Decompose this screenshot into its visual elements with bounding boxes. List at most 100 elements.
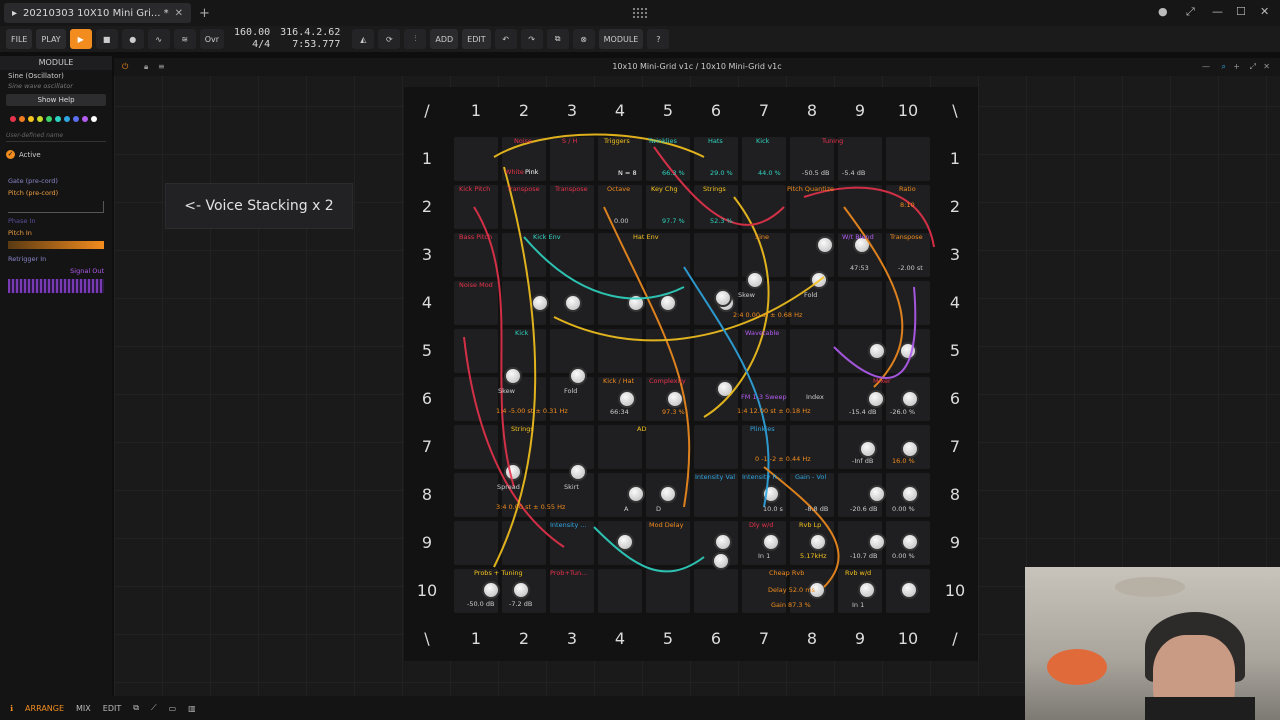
show-help-button[interactable]: Show Help [6, 94, 106, 106]
automation-lane-icon[interactable]: ⟋ [151, 703, 157, 713]
module-label: Plinkies [750, 425, 775, 433]
dashboard-icon[interactable] [632, 7, 648, 19]
module-label: Prob+Tun... [550, 569, 588, 577]
mix-tab[interactable]: MIX [76, 704, 91, 713]
color-swatch[interactable] [37, 116, 43, 122]
overdub-button[interactable]: Ovr [199, 29, 225, 49]
info-icon[interactable]: ℹ [10, 704, 13, 713]
power-icon[interactable]: ⏻ [122, 58, 128, 76]
module-label: 66:34 [610, 408, 629, 416]
module-label: 66.3 % [662, 169, 685, 177]
shirt-shape [1145, 697, 1255, 720]
module-label: 97.3 % [662, 408, 685, 416]
clip-launcher-icon[interactable]: ⧉ [133, 703, 139, 713]
stop-icon[interactable]: ■ [95, 29, 118, 49]
popout-icon[interactable]: ⤢ [1250, 58, 1256, 76]
device-name: Sine (Oscillator) [8, 72, 64, 80]
module-label: Strings [703, 185, 726, 193]
meter-value[interactable]: 4/4 [234, 39, 270, 51]
module-label: Complexity [649, 377, 686, 385]
color-swatch[interactable] [64, 116, 70, 122]
webcam-overlay [1025, 567, 1280, 720]
mixer-panel-icon[interactable]: ▥ [188, 704, 196, 713]
metronome-icon[interactable]: ◭ [352, 29, 375, 49]
edit-button[interactable]: EDIT [462, 29, 491, 49]
module-label: Fold [804, 291, 818, 299]
file-button[interactable]: FILE [6, 29, 33, 49]
user-name-field[interactable]: User-defined name [6, 132, 106, 142]
module-label: Sine [755, 233, 770, 241]
close-panel-icon[interactable]: ✕ [1263, 58, 1270, 76]
device-panel-icon[interactable]: ▭ [169, 704, 177, 713]
module-label: Kick [515, 329, 529, 337]
project-tab[interactable]: ▸ 20210303 10X10 Mini Gri... * ✕ [4, 3, 192, 23]
close-tab-icon[interactable]: ✕ [175, 8, 183, 19]
add-panel-icon[interactable]: + [1233, 58, 1240, 76]
module-label: Fold [564, 387, 578, 395]
color-swatch[interactable] [19, 116, 25, 122]
module-label: Cheap Rvb [769, 569, 805, 577]
zoom-icon[interactable]: ⌕ [1222, 58, 1226, 76]
color-swatch[interactable] [55, 116, 61, 122]
module-label: In 1 [852, 601, 865, 609]
record-dot-icon: ● [1158, 5, 1168, 18]
color-swatch[interactable] [91, 116, 97, 122]
redo-icon[interactable]: ↷ [520, 29, 543, 49]
position-value[interactable]: 316.4.2.62 [280, 27, 340, 39]
module-label: 0.00 [614, 217, 629, 225]
lamp-shape [1115, 577, 1185, 597]
module-label: In 1 [758, 552, 771, 560]
active-toggle[interactable]: ✓ Active [0, 146, 112, 163]
new-tab-button[interactable]: + [199, 6, 210, 21]
module-label: Bass Pitch [459, 233, 493, 241]
module-label: Ratio [899, 185, 916, 193]
module-label: Hats [708, 137, 723, 145]
io-gate: Gate (pre-cord) [8, 177, 58, 185]
minimize-button[interactable]: — [1212, 5, 1223, 18]
color-swatches [0, 110, 112, 128]
module-label: Tuning [822, 137, 844, 145]
color-swatch[interactable] [28, 116, 34, 122]
active-label: Active [19, 150, 41, 159]
restore-icon[interactable]: ⤢ [1186, 5, 1195, 19]
module-label: Mixer [873, 377, 891, 385]
lock-icon[interactable]: 🔒︎ [144, 58, 148, 76]
module-label: -50.5 dB [802, 169, 830, 177]
color-swatch[interactable] [73, 116, 79, 122]
play-icon[interactable]: ▶ [69, 29, 92, 49]
close-window-button[interactable]: ✕ [1260, 5, 1269, 18]
module-label: -20.6 dB [850, 505, 878, 513]
automation-icon[interactable]: ∿ [147, 29, 170, 49]
punch-icon[interactable]: ⫶ [404, 29, 427, 49]
tempo-value[interactable]: 160.00 [234, 27, 270, 39]
module-label: Transpose [555, 185, 588, 193]
add-button[interactable]: ADD [430, 29, 459, 49]
color-swatch[interactable] [10, 116, 16, 122]
undo-icon[interactable]: ↶ [494, 29, 517, 49]
module-button[interactable]: MODULE [598, 29, 644, 49]
play-label-button[interactable]: PLAY [36, 29, 66, 49]
module-label: Key Chg [651, 185, 678, 193]
copy-icon[interactable]: ⧉ [546, 29, 569, 49]
arrange-tab[interactable]: ARRANGE [25, 704, 64, 713]
time-value[interactable]: 7:53.777 [280, 39, 340, 51]
module-label: -7.2 dB [509, 600, 533, 608]
edit-tab[interactable]: EDIT [103, 704, 121, 713]
module-label: 0.00 % [892, 552, 915, 560]
module-label: Wavetable [745, 329, 780, 337]
color-swatch[interactable] [46, 116, 52, 122]
groove-icon[interactable]: ≋ [173, 29, 196, 49]
minimize-panel-icon[interactable]: — [1202, 58, 1210, 76]
delete-icon[interactable]: ⊗ [572, 29, 595, 49]
module-label: W/t Blend [842, 233, 874, 241]
loop-icon[interactable]: ⟳ [378, 29, 401, 49]
gate-scope [8, 201, 104, 213]
record-icon[interactable]: ● [121, 29, 144, 49]
module-label: Probs + Tuning [474, 569, 523, 577]
maximize-button[interactable]: ☐ [1236, 5, 1246, 18]
io-signal-out: Signal Out [70, 267, 104, 275]
help-icon[interactable]: ? [647, 29, 670, 49]
color-swatch[interactable] [82, 116, 88, 122]
inspector-header: MODULE [0, 56, 112, 70]
menu-icon[interactable]: ≡ [158, 58, 165, 76]
